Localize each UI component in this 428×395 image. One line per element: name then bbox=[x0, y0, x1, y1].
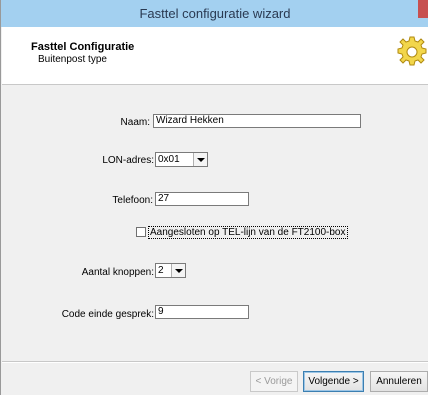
cancel-button[interactable]: Annuleren bbox=[370, 371, 428, 392]
title-bar[interactable]: Fasttel configuratie wizard bbox=[1, 0, 428, 27]
aantal-knoppen-label: Aantal knoppen: bbox=[81, 267, 154, 278]
gear-icon bbox=[397, 36, 427, 66]
code-einde-input[interactable]: 9 bbox=[155, 305, 249, 319]
aangesloten-checkbox[interactable] bbox=[136, 227, 146, 237]
lon-adres-value: 0x01 bbox=[158, 154, 180, 165]
close-icon[interactable] bbox=[418, 0, 428, 18]
back-button[interactable]: < Vorige bbox=[250, 371, 298, 392]
telefoon-label: Telefoon: bbox=[112, 195, 153, 206]
chevron-down-icon[interactable] bbox=[193, 153, 207, 166]
code-einde-label: Code einde gesprek: bbox=[61, 309, 154, 320]
page-subtitle: Buitenpost type bbox=[38, 54, 107, 65]
aantal-knoppen-select[interactable]: 2 bbox=[155, 263, 186, 278]
telefoon-input[interactable]: 27 bbox=[155, 192, 249, 206]
window-title: Fasttel configuratie wizard bbox=[139, 6, 291, 21]
page-title: Fasttel Configuratie bbox=[31, 41, 135, 53]
wizard-window: Fasttel configuratie wizard Fasttel Conf… bbox=[0, 0, 428, 395]
aangesloten-label[interactable]: Aangesloten op TEL-lijn van de FT2100-bo… bbox=[148, 226, 348, 239]
lon-adres-label: LON-adres: bbox=[102, 155, 154, 166]
wizard-header: Fasttel Configuratie Buitenpost type bbox=[2, 27, 428, 85]
chevron-down-icon[interactable] bbox=[171, 264, 185, 277]
naam-input[interactable]: Wizard Hekken bbox=[153, 114, 361, 128]
naam-label: Naam: bbox=[120, 117, 150, 128]
aantal-knoppen-value: 2 bbox=[158, 265, 164, 276]
lon-adres-select[interactable]: 0x01 bbox=[155, 152, 208, 167]
footer-divider-highlight bbox=[2, 362, 428, 363]
next-button[interactable]: Volgende > bbox=[303, 371, 364, 392]
